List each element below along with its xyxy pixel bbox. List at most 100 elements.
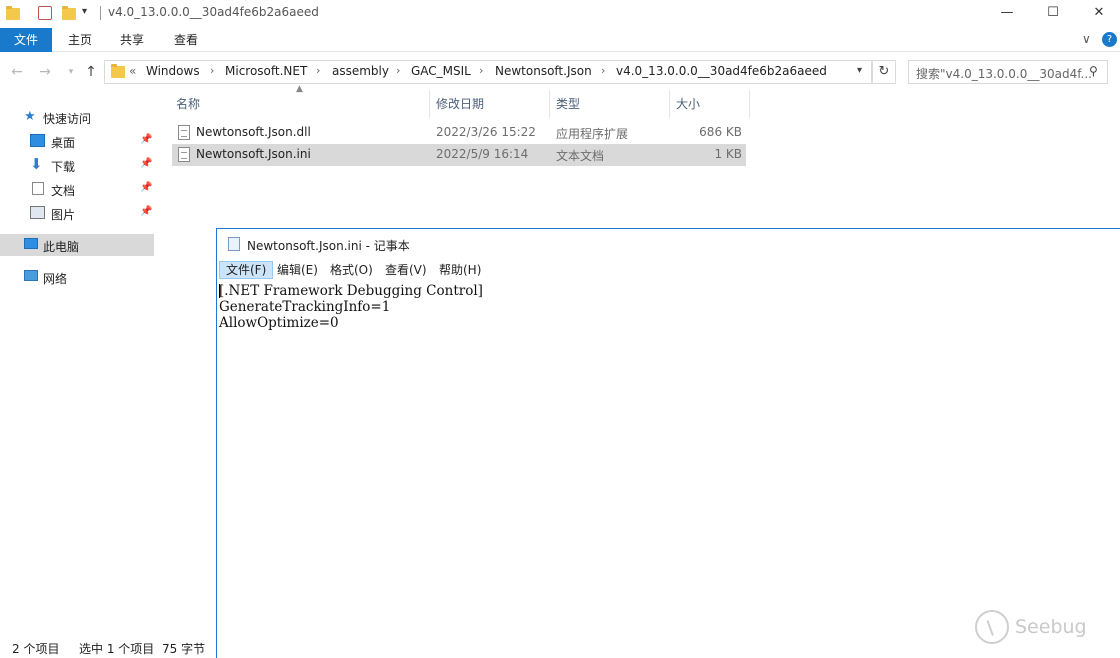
crumb-separator[interactable]: ›: [316, 64, 320, 77]
minimize-button[interactable]: —: [984, 0, 1030, 28]
sidebar-item-network[interactable]: 网络: [0, 266, 154, 288]
desktop-icon: [30, 134, 45, 147]
crumb-gac-msil[interactable]: GAC_MSIL: [411, 64, 471, 78]
sidebar-item-pictures[interactable]: 图片 📌: [0, 202, 154, 224]
pin-icon[interactable]: 📌: [140, 182, 152, 193]
column-header-name[interactable]: 名称: [170, 90, 430, 118]
folder-icon: [6, 4, 24, 22]
search-icon: ⚲: [1089, 64, 1098, 78]
crumb-current-folder[interactable]: v4.0_13.0.0.0__30ad4fe6b2a6aeed: [616, 64, 827, 78]
file-type: 应用程序扩展: [556, 127, 629, 141]
sidebar-label: 快速访问: [43, 112, 92, 126]
tab-share[interactable]: 共享: [108, 28, 156, 52]
address-bar[interactable]: « Windows › Microsoft.NET › assembly › G…: [104, 60, 872, 84]
file-name: Newtonsoft.Json.ini: [196, 147, 311, 161]
refresh-button[interactable]: ↻: [872, 60, 896, 84]
column-header-size[interactable]: 大小: [670, 90, 750, 118]
search-input[interactable]: 搜索"v4.0_13.0.0.0__30ad4f... ⚲: [908, 60, 1108, 84]
crumb-separator[interactable]: ›: [210, 64, 214, 77]
forward-button[interactable]: →: [36, 63, 54, 81]
star-icon: ★: [24, 109, 36, 124]
divider: [100, 6, 101, 20]
crumb-windows[interactable]: Windows: [146, 64, 200, 78]
computer-icon: [24, 238, 38, 249]
sidebar-label: 此电脑: [43, 240, 80, 254]
sidebar-item-documents[interactable]: 文档 📌: [0, 178, 154, 200]
file-name: Newtonsoft.Json.dll: [196, 125, 311, 139]
menu-file[interactable]: 文件(F): [219, 261, 274, 279]
notepad-title: Newtonsoft.Json.ini - 记事本: [247, 239, 410, 253]
file-modified: 2022/5/9 16:14: [436, 147, 529, 161]
selection-size: 75 字节: [162, 642, 206, 656]
file-row-dll[interactable]: Newtonsoft.Json.dll 2022/3/26 15:22 应用程序…: [172, 122, 746, 144]
menu-view[interactable]: 查看(V): [379, 261, 433, 279]
watermark-text: Seebug: [1015, 616, 1087, 638]
sidebar-item-quick-access[interactable]: ★ 快速访问: [0, 106, 154, 128]
file-size: 1 KB: [714, 147, 742, 161]
pin-icon[interactable]: 📌: [140, 134, 152, 145]
file-size: 686 KB: [699, 125, 742, 139]
seebug-watermark: Seebug: [975, 610, 1115, 646]
back-button[interactable]: ←: [8, 63, 26, 81]
file-modified: 2022/3/26 15:22: [436, 125, 536, 139]
tab-file[interactable]: 文件: [0, 28, 53, 52]
sidebar-label: 图片: [51, 208, 76, 222]
crumb-separator[interactable]: ›: [396, 64, 400, 77]
selection-count: 选中 1 个项目: [79, 642, 155, 656]
notepad-menubar: 文件(F) 编辑(E) 格式(O) 查看(V) 帮助(H): [217, 260, 1120, 280]
explorer-titlebar: ▾ v4.0_13.0.0.0__30ad4fe6b2a6aeed — ☐ ✕: [0, 0, 1120, 28]
pin-icon[interactable]: 📌: [140, 206, 152, 217]
file-row-ini[interactable]: Newtonsoft.Json.ini 2022/5/9 16:14 文本文档 …: [172, 144, 746, 166]
ribbon-collapse-button[interactable]: ∨: [1082, 32, 1091, 46]
item-count: 2 个项目: [12, 642, 60, 656]
ribbon-tabs: 文件 主页 共享 查看 ∨ ?: [0, 28, 1120, 52]
help-button[interactable]: ?: [1102, 32, 1117, 47]
menu-format[interactable]: 格式(O): [324, 261, 379, 279]
column-header-type[interactable]: 类型: [550, 90, 670, 118]
notepad-titlebar: Newtonsoft.Json.ini - 记事本: [217, 229, 1120, 260]
quick-access-dropdown-icon[interactable]: ▾: [82, 6, 100, 24]
notepad-content: [.NET Framework Debugging Control] Gener…: [219, 283, 483, 331]
status-bar: 2 个项目 选中 1 个项目 75 字节: [0, 638, 220, 656]
sidebar-item-this-pc[interactable]: 此电脑: [0, 234, 154, 256]
file-list: ▲ 名称 修改日期 类型 大小 Newtonsoft.Json.dll 2022…: [170, 84, 750, 170]
crumb-separator[interactable]: ›: [479, 64, 483, 77]
sidebar-label: 桌面: [51, 136, 76, 150]
column-header-modified[interactable]: 修改日期: [430, 90, 550, 118]
search-placeholder: 搜索"v4.0_13.0.0.0__30ad4f...: [916, 67, 1092, 81]
crumb-separator[interactable]: ›: [601, 64, 605, 77]
dll-file-icon: [178, 125, 190, 140]
network-icon: [24, 270, 38, 281]
folder-icon: [111, 64, 125, 78]
crumb-assembly[interactable]: assembly: [332, 64, 389, 78]
text-caret: [219, 284, 220, 298]
seebug-logo-icon: [975, 610, 1009, 644]
sidebar-label: 文档: [51, 184, 76, 198]
properties-icon[interactable]: [38, 6, 52, 20]
notepad-text-area[interactable]: [.NET Framework Debugging Control] Gener…: [219, 283, 1119, 653]
crumb-newtonsoft-json[interactable]: Newtonsoft.Json: [495, 64, 592, 78]
tab-view[interactable]: 查看: [162, 28, 210, 52]
maximize-button[interactable]: ☐: [1030, 0, 1076, 28]
tab-home[interactable]: 主页: [56, 28, 104, 52]
menu-help[interactable]: 帮助(H): [433, 261, 487, 279]
sidebar-item-downloads[interactable]: ⬇ 下载 📌: [0, 154, 154, 176]
crumb-microsoft-net[interactable]: Microsoft.NET: [225, 64, 307, 78]
overflow-chevron[interactable]: «: [129, 64, 136, 78]
pin-icon[interactable]: 📌: [140, 158, 152, 169]
close-button[interactable]: ✕: [1076, 0, 1120, 28]
menu-edit[interactable]: 编辑(E): [271, 261, 324, 279]
up-button[interactable]: ↑: [82, 63, 100, 81]
navigation-bar: ← → ▾ ↑ « Windows › Microsoft.NET › asse…: [0, 56, 1120, 88]
window-title: v4.0_13.0.0.0__30ad4fe6b2a6aeed: [108, 5, 319, 19]
text-file-icon: [178, 147, 190, 162]
sidebar-label: 网络: [43, 272, 68, 286]
recent-locations-button[interactable]: ▾: [62, 63, 80, 81]
address-dropdown-icon[interactable]: ▾: [857, 65, 862, 76]
sidebar-item-desktop[interactable]: 桌面 📌: [0, 130, 154, 152]
file-type: 文本文档: [556, 149, 605, 163]
new-folder-icon[interactable]: [62, 4, 80, 22]
notepad-icon: [228, 237, 240, 251]
navigation-pane: ★ 快速访问 桌面 📌 ⬇ 下载 📌 文档 📌 图片 📌 此电脑 网络: [0, 88, 156, 636]
pictures-icon: [30, 206, 45, 219]
